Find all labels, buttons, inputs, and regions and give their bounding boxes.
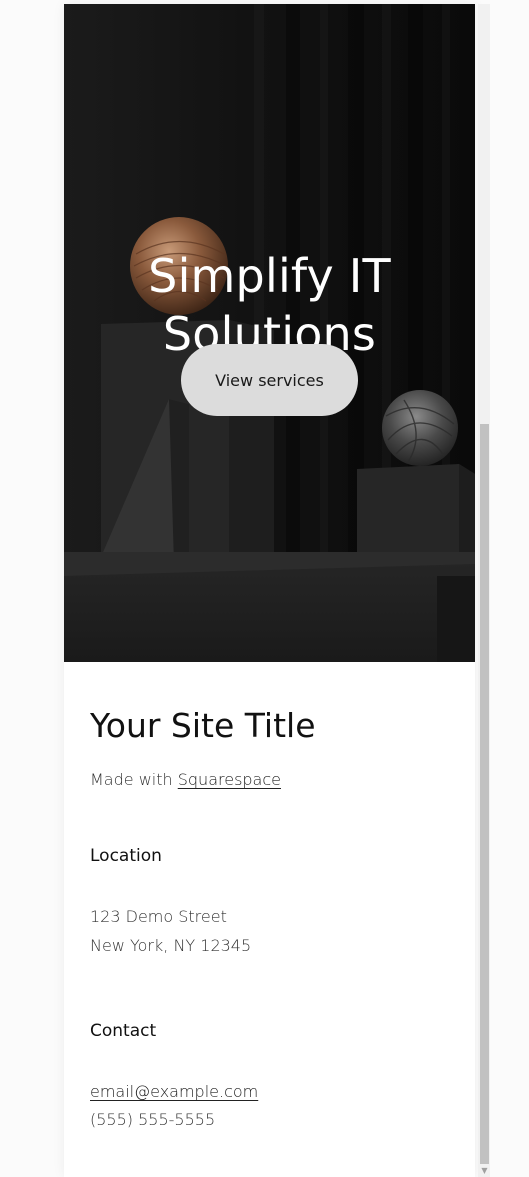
squarespace-link[interactable]: Squarespace xyxy=(178,770,281,789)
phone-number: (555) 555-5555 xyxy=(90,1110,216,1129)
contact-heading: Contact xyxy=(90,1021,157,1041)
hero-section: Simplify IT Solutions View services xyxy=(64,4,475,662)
address-line-1: 123 Demo Street xyxy=(90,907,227,926)
page-scrollbar[interactable]: ▼ xyxy=(478,4,490,1177)
made-with-text: Made with Squarespace xyxy=(90,770,281,789)
scrollbar-thumb[interactable] xyxy=(480,424,489,1164)
location-heading: Location xyxy=(90,846,162,866)
scroll-down-arrow-icon[interactable]: ▼ xyxy=(480,1166,489,1175)
page-content: Simplify IT Solutions View services Your… xyxy=(64,4,475,1177)
hero-title-line-1: Simplify IT xyxy=(148,248,391,303)
email-line: email@example.com xyxy=(90,1082,258,1101)
made-with-prefix: Made with xyxy=(90,770,178,789)
view-services-button[interactable]: View services xyxy=(181,344,358,416)
site-title[interactable]: Your Site Title xyxy=(90,706,316,745)
address-line-2: New York, NY 12345 xyxy=(90,936,252,955)
email-link[interactable]: email@example.com xyxy=(90,1082,258,1101)
